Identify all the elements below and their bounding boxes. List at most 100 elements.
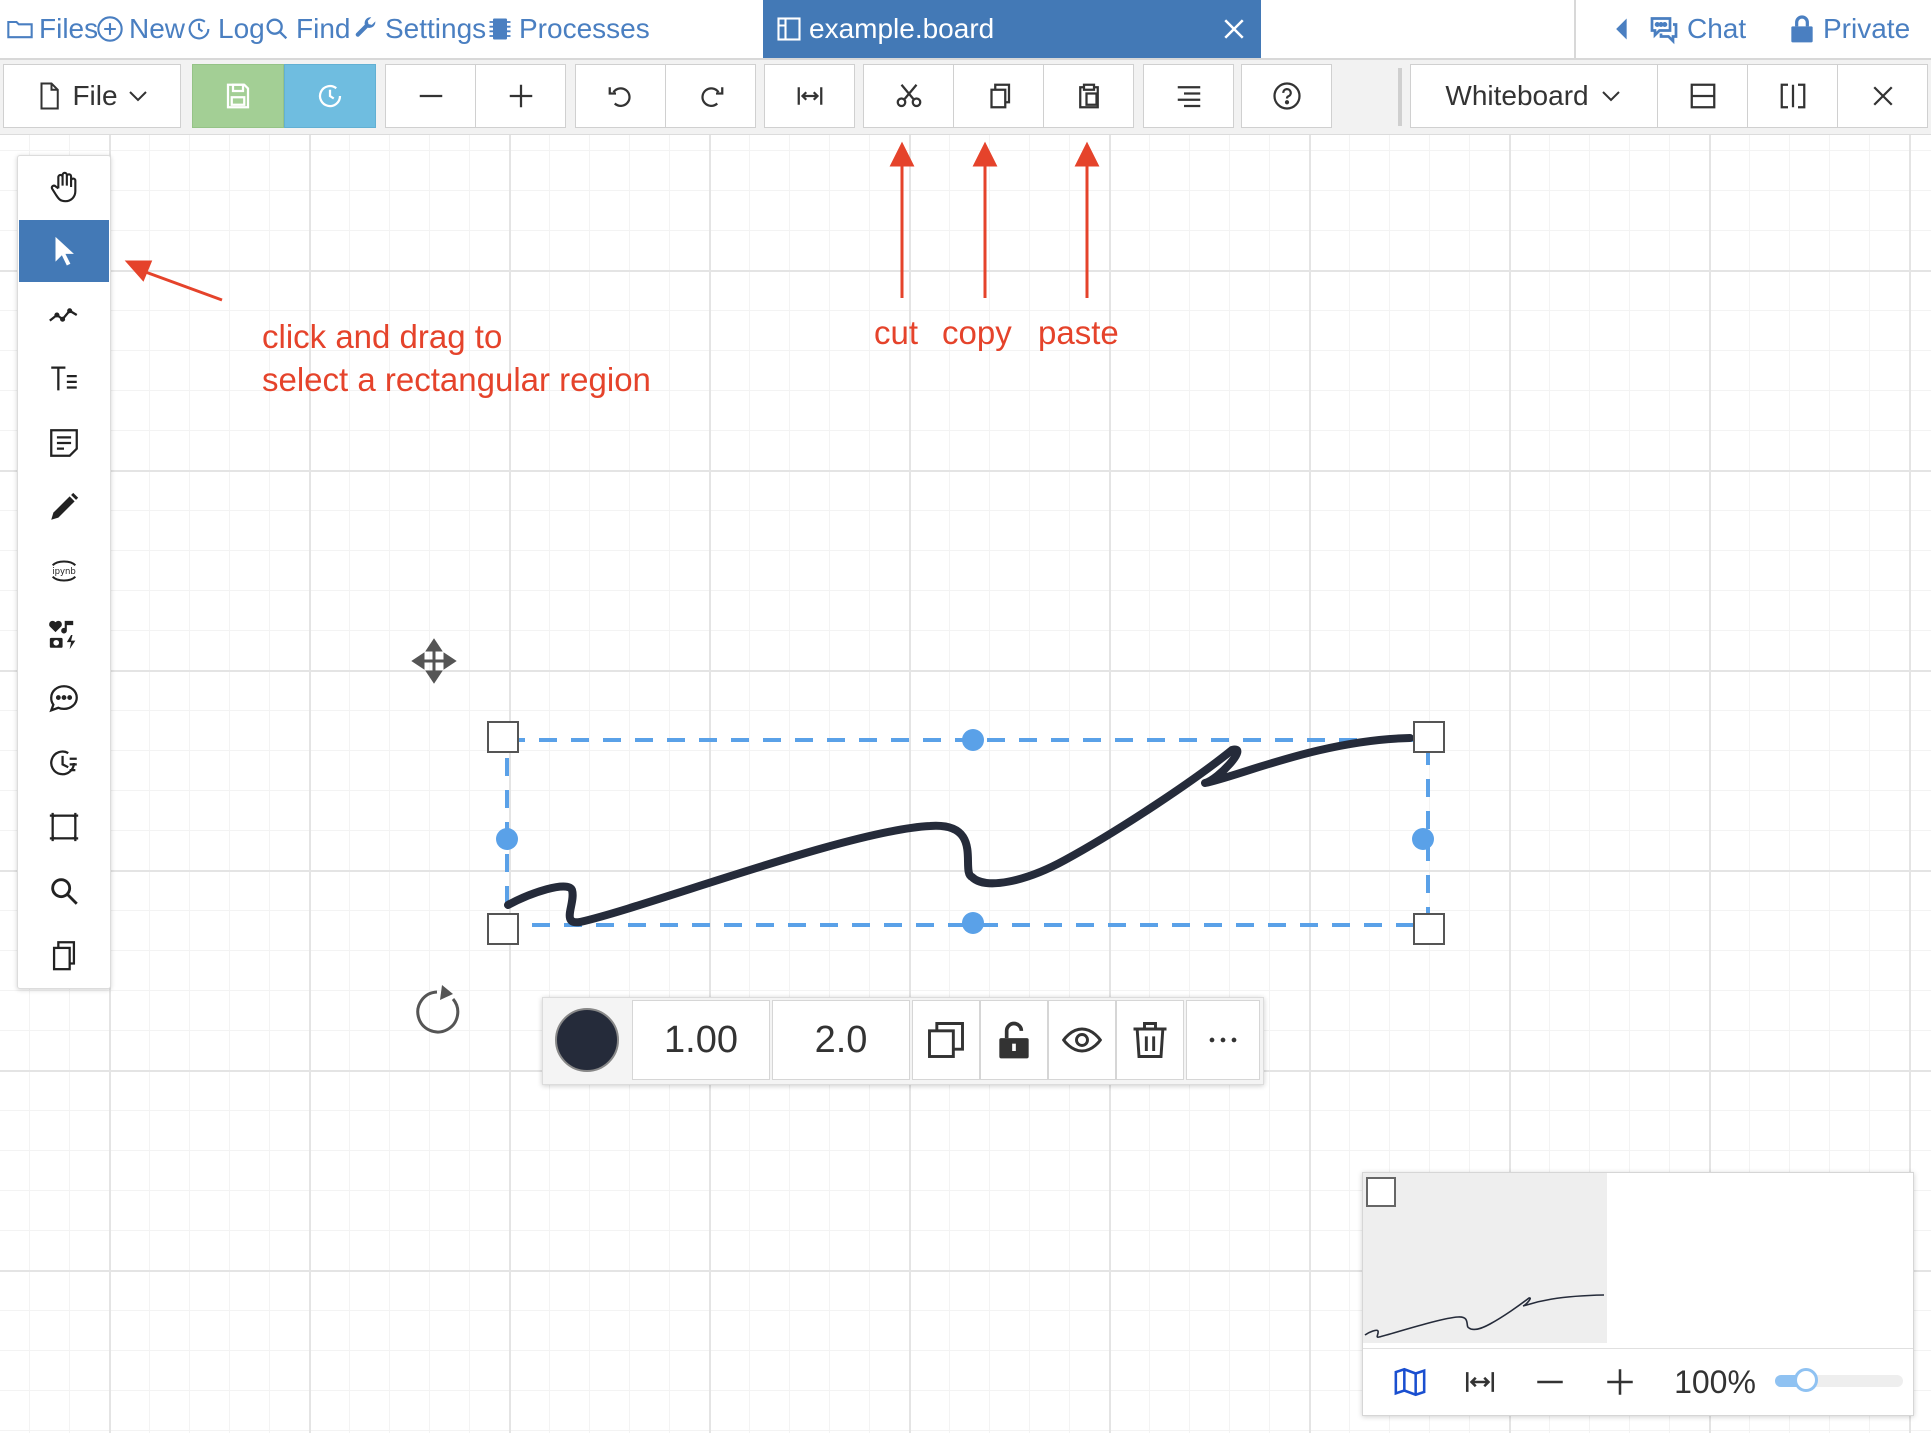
sticky-note-icon: [50, 429, 78, 457]
split-horizontal-button[interactable]: [1657, 64, 1748, 128]
zoom-out-button[interactable]: [385, 64, 476, 128]
zoom-slider-thumb[interactable]: [1793, 1368, 1818, 1392]
minimap-fit-button[interactable]: [1457, 1359, 1503, 1405]
tool-note[interactable]: [19, 412, 109, 474]
cut-button[interactable]: [863, 64, 954, 128]
close-tab-icon[interactable]: [1219, 14, 1249, 44]
tool-timer[interactable]: [19, 732, 109, 794]
editor-type-dropdown[interactable]: Whiteboard: [1410, 64, 1658, 128]
nav-log-link[interactable]: Log: [185, 0, 265, 58]
duplicate-button[interactable]: [912, 1000, 980, 1080]
more-options-button[interactable]: [1186, 1000, 1260, 1080]
copy-button[interactable]: [953, 64, 1044, 128]
nav-find-link[interactable]: Find: [263, 0, 350, 58]
zoom-in-button[interactable]: [475, 64, 566, 128]
undo-button[interactable]: [575, 64, 666, 128]
file-menu-button[interactable]: File: [3, 64, 181, 128]
visibility-toggle-button[interactable]: [1048, 1000, 1116, 1080]
tool-pages[interactable]: [19, 924, 109, 986]
table-of-contents-button[interactable]: [1143, 64, 1234, 128]
help-button[interactable]: [1241, 64, 1332, 128]
zoom-percent: 100%: [1674, 1363, 1756, 1400]
nav-log-label: Log: [218, 13, 265, 44]
minimap-controls: 100%: [1363, 1348, 1913, 1415]
minimap-map-button[interactable]: [1387, 1359, 1433, 1405]
private-button[interactable]: Private: [1786, 0, 1910, 58]
fit-width-icon: [1465, 1372, 1495, 1392]
collapse-chat-button[interactable]: [1608, 0, 1636, 58]
fit-width-button[interactable]: [764, 64, 855, 128]
chevron-down-icon: [1601, 91, 1620, 102]
resize-handle-top[interactable]: [962, 729, 984, 751]
tool-jupyter[interactable]: ipynb: [19, 540, 109, 602]
select-annotation-line2: select a rectangular region: [262, 361, 651, 398]
nav-settings-link[interactable]: Settings: [352, 0, 486, 58]
resize-handle-top-left[interactable]: [487, 721, 519, 753]
delete-button[interactable]: [1116, 1000, 1184, 1080]
timetravel-button[interactable]: [284, 64, 376, 128]
chat-button[interactable]: Chat: [1646, 0, 1746, 58]
nav-processes-label: Processes: [519, 13, 650, 44]
hand-icon: [50, 171, 77, 203]
opacity-value: 1.00: [664, 1018, 738, 1061]
tool-search[interactable]: [19, 860, 109, 922]
history-icon: [188, 18, 210, 40]
paste-button[interactable]: [1043, 64, 1134, 128]
minimap-panel: 100%: [1362, 1172, 1914, 1416]
tab-example-board[interactable]: example.board: [763, 0, 1261, 58]
nav-new-link[interactable]: New: [96, 0, 185, 58]
resize-handle-bottom[interactable]: [962, 912, 984, 934]
lock-toggle-button[interactable]: [980, 1000, 1048, 1080]
private-label: Private: [1823, 13, 1911, 44]
resize-handle-bottom-left[interactable]: [487, 913, 519, 945]
stroke-width-value: 2.0: [814, 1018, 868, 1061]
color-picker-button[interactable]: [545, 1000, 629, 1080]
split-horizontal-icon: [1690, 83, 1715, 109]
caret-left-icon: [1616, 18, 1627, 40]
history-icon: [318, 84, 342, 108]
microchip-icon: [489, 18, 511, 40]
resize-handle-left[interactable]: [496, 828, 518, 850]
split-vertical-button[interactable]: [1747, 64, 1838, 128]
undo-icon: [608, 87, 631, 107]
tool-select[interactable]: [19, 220, 109, 282]
save-button[interactable]: [192, 64, 284, 128]
wrench-icon: [355, 17, 376, 37]
zoom-slider[interactable]: [1775, 1368, 1903, 1392]
minimap-zoom-readout: 100%: [1667, 1359, 1763, 1405]
question-circle-icon: [1272, 82, 1301, 110]
resize-handle-top-right[interactable]: [1413, 721, 1445, 753]
tool-pan[interactable]: [19, 156, 109, 218]
tool-pen[interactable]: [19, 284, 109, 346]
nav-files-link[interactable]: Files: [6, 0, 98, 58]
folder-icon: [7, 20, 33, 39]
top-navigation-bar: Files New Log Find Settings Processes ex…: [0, 0, 1931, 60]
paste-icon: [1078, 83, 1099, 109]
stroke-width-field[interactable]: 2.0: [772, 1000, 910, 1080]
tool-chat[interactable]: [19, 668, 109, 730]
opacity-field[interactable]: 1.00: [632, 1000, 770, 1080]
minimap-preview: [1364, 1294, 1605, 1338]
tool-media[interactable]: [19, 604, 109, 666]
toolbar-separator: [1398, 68, 1402, 126]
file-icon: [40, 82, 60, 110]
close-frame-button[interactable]: [1837, 64, 1928, 128]
redo-button[interactable]: [665, 64, 756, 128]
nav-files-label: Files: [39, 13, 99, 44]
ellipsis-icon: [1209, 1037, 1237, 1043]
editor-toolbar: File Whiteboard: [0, 60, 1931, 135]
tool-text[interactable]: [19, 348, 109, 410]
split-vertical-icon: [1780, 83, 1805, 109]
nav-processes-link[interactable]: Processes: [486, 0, 650, 58]
line-chart-pen-icon: [49, 308, 78, 322]
scissors-icon: [896, 84, 921, 108]
tool-draw[interactable]: [19, 476, 109, 538]
minimap-zoom-out-button[interactable]: [1527, 1359, 1573, 1405]
chevron-down-icon: [128, 91, 147, 102]
resize-handle-bottom-right[interactable]: [1413, 913, 1445, 945]
list-icon: [1177, 86, 1200, 108]
tool-frame[interactable]: [19, 796, 109, 858]
minimap-zoom-in-button[interactable]: [1597, 1359, 1643, 1405]
copy-icon: [989, 83, 1010, 109]
resize-handle-right[interactable]: [1412, 828, 1434, 850]
